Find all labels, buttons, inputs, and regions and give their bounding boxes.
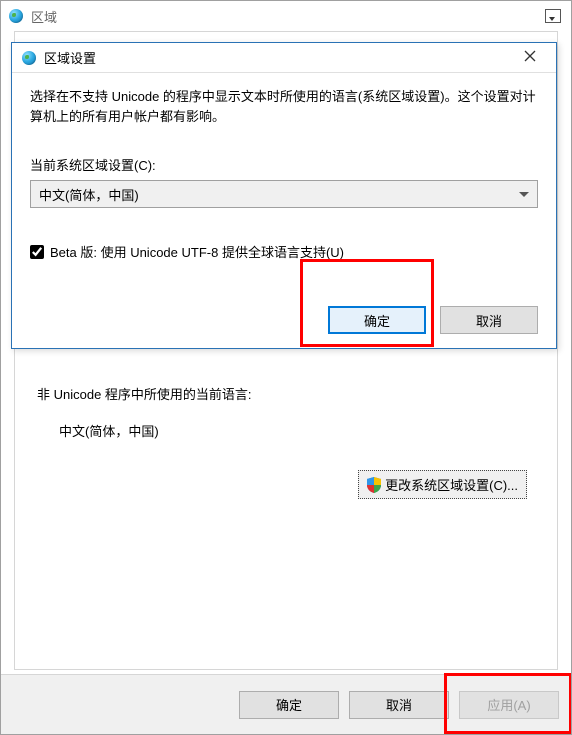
parent-footer: 确定 取消 应用(A) (1, 674, 571, 734)
child-title: 区域设置 (44, 48, 96, 67)
current-system-locale-label: 当前系统区域设置(C): (30, 155, 538, 174)
beta-utf8-checkbox[interactable] (30, 245, 44, 259)
parent-title: 区域 (31, 7, 57, 26)
non-unicode-programs-value: 中文(简体，中国) (59, 421, 535, 440)
uac-shield-icon (367, 477, 381, 493)
region-settings-dialog: 区域设置 选择在不支持 Unicode 的程序中显示文本时所使用的语言(系统区域… (11, 42, 557, 349)
region-parent-window: 区域 非 Unicode 程序中所使用的当前语言: 中文(简体，中国) 更改系统… (0, 0, 572, 735)
child-titlebar: 区域设置 (12, 43, 556, 73)
close-icon (524, 50, 536, 65)
child-description: 选择在不支持 Unicode 的程序中显示文本时所使用的语言(系统区域设置)。这… (30, 87, 538, 127)
globe-icon (7, 7, 25, 25)
child-cancel-button[interactable]: 取消 (440, 306, 538, 334)
beta-utf8-label: Beta 版: 使用 Unicode UTF-8 提供全球语言支持(U) (50, 242, 344, 261)
restore-indicator-icon (545, 9, 561, 23)
beta-utf8-checkbox-row[interactable]: Beta 版: 使用 Unicode UTF-8 提供全球语言支持(U) (30, 242, 538, 261)
parent-ok-button[interactable]: 确定 (239, 691, 339, 719)
chevron-down-icon (519, 192, 529, 197)
child-close-button[interactable] (510, 45, 550, 71)
system-locale-selected-value: 中文(简体，中国) (39, 185, 139, 204)
child-ok-button[interactable]: 确定 (328, 306, 426, 334)
globe-icon (20, 49, 38, 67)
non-unicode-programs-label: 非 Unicode 程序中所使用的当前语言: (37, 384, 535, 403)
parent-cancel-button[interactable]: 取消 (349, 691, 449, 719)
system-locale-select[interactable]: 中文(简体，中国) (30, 180, 538, 208)
parent-titlebar: 区域 (1, 1, 571, 31)
change-system-locale-button[interactable]: 更改系统区域设置(C)... (358, 470, 527, 499)
parent-apply-button: 应用(A) (459, 691, 559, 719)
change-system-locale-label: 更改系统区域设置(C)... (385, 475, 518, 494)
